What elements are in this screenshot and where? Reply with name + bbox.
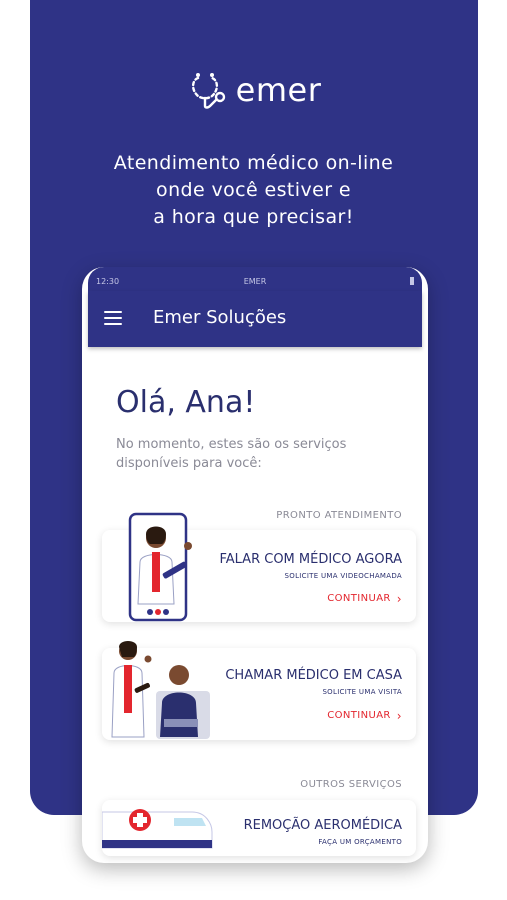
phone-mockup: 12:30 EMER Emer Soluções Olá, Ana! No mo… <box>82 267 428 863</box>
continue-button[interactable]: CONTINUAR › <box>327 591 402 606</box>
stethoscope-icon <box>191 73 225 109</box>
card-subtitle: SOLICITE UMA VISITA <box>322 688 402 696</box>
section-label-outros-servicos: OUTROS SERVIÇOS <box>300 779 402 790</box>
status-carrier: EMER <box>243 277 267 286</box>
card-subtitle: SOLICITE UMA VIDEOCHAMADA <box>284 572 402 580</box>
status-bar: 12:30 EMER <box>88 267 422 291</box>
greeting: Olá, Ana! <box>116 385 256 420</box>
brand-logo: emer <box>0 68 507 112</box>
chevron-right-icon: › <box>396 591 402 606</box>
doctor-home-visit-illustration <box>111 641 210 739</box>
brand-name: emer <box>235 71 322 109</box>
app-title: Emer Soluções <box>153 307 287 328</box>
hamburger-menu-icon[interactable] <box>104 311 122 325</box>
tagline: Atendimento médico on-line onde você est… <box>0 150 507 231</box>
card-title: REMOÇÃO AEROMÉDICA <box>243 818 402 833</box>
continue-label: CONTINUAR <box>327 710 391 721</box>
tagline-line: a hora que precisar! <box>153 206 354 228</box>
battery-icon <box>410 277 414 285</box>
tagline-line: onde você estiver e <box>156 179 351 201</box>
continue-button[interactable]: CONTINUAR › <box>327 708 402 723</box>
section-label-pronto-atendimento: PRONTO ATENDIMENTO <box>276 510 402 521</box>
intro-text: No momento, estes são os serviços dispon… <box>116 437 347 471</box>
tagline-line: Atendimento médico on-line <box>113 152 394 174</box>
chevron-right-icon: › <box>396 708 402 723</box>
card-title: FALAR COM MÉDICO AGORA <box>219 552 402 567</box>
doctor-on-phone-illustration <box>128 512 192 622</box>
app-bar: Emer Soluções <box>88 291 422 347</box>
air-ambulance-illustration <box>102 809 213 849</box>
card-subtitle: FAÇA UM ORÇAMENTO <box>318 838 402 846</box>
card-title: CHAMAR MÉDICO EM CASA <box>225 668 402 683</box>
continue-label: CONTINUAR <box>327 593 391 604</box>
